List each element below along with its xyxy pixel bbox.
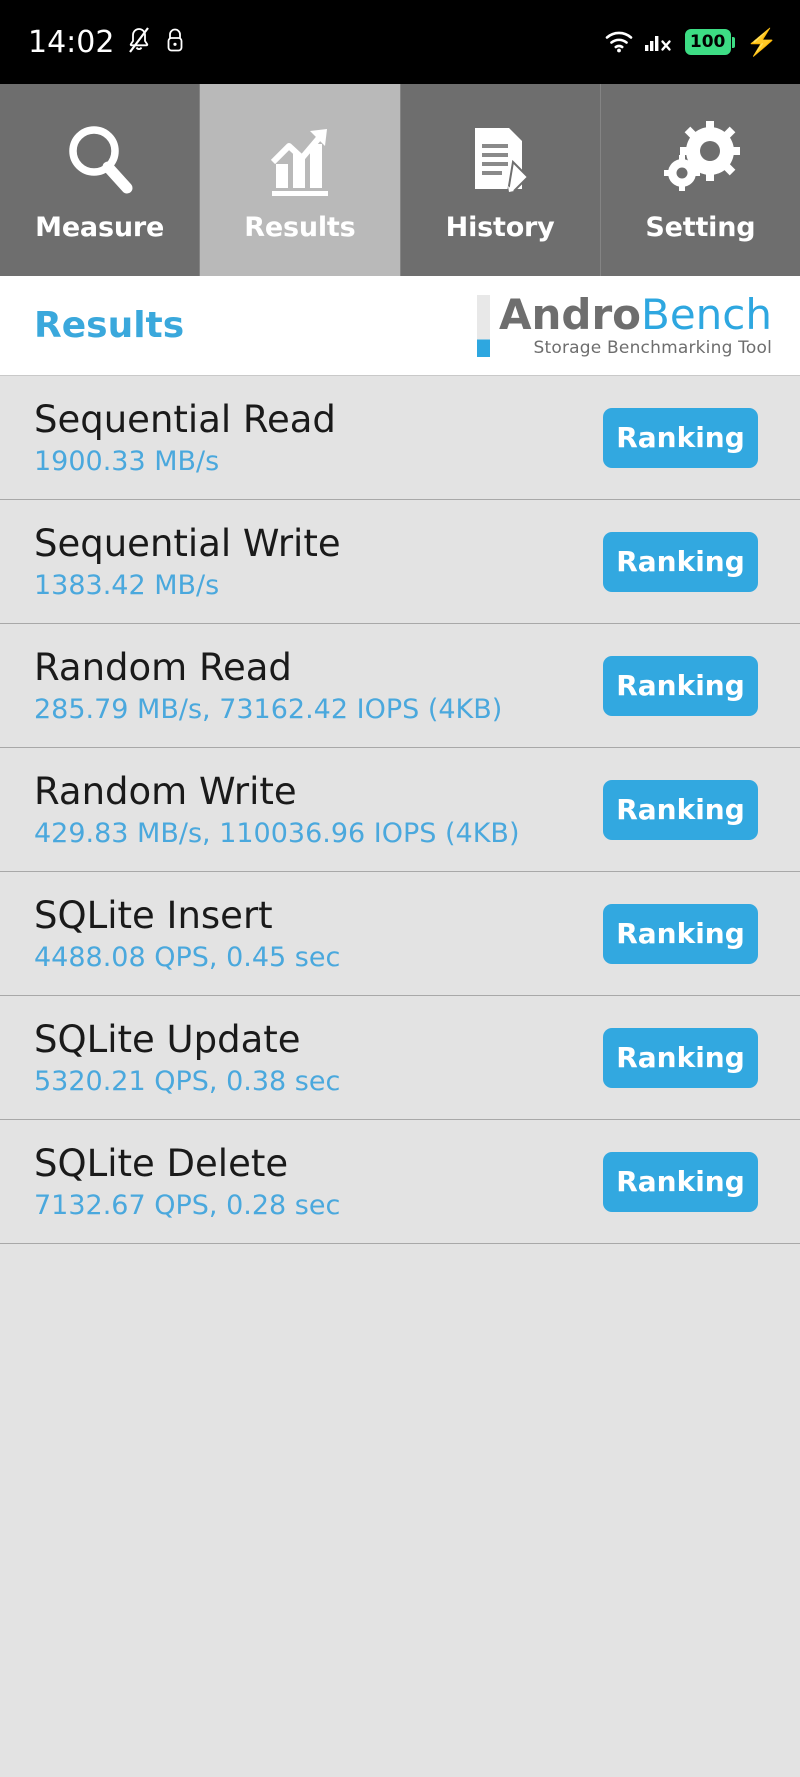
tab-results[interactable]: Results (200, 84, 401, 276)
table-row[interactable]: SQLite Delete 7132.67 QPS, 0.28 sec Rank… (0, 1120, 800, 1244)
lock-icon (164, 26, 186, 59)
logo-andro: Andro (498, 290, 642, 339)
row-texts: SQLite Update 5320.21 QPS, 0.38 sec (34, 1018, 340, 1098)
table-row[interactable]: SQLite Update 5320.21 QPS, 0.38 sec Rank… (0, 996, 800, 1120)
ranking-button[interactable]: Ranking (603, 779, 758, 840)
status-bar-left: 14:02 (28, 25, 186, 60)
gears-icon (658, 118, 742, 202)
row-texts: SQLite Insert 4488.08 QPS, 0.45 sec (34, 894, 340, 974)
status-bar: 14:02 100 ⚡ (0, 0, 800, 84)
logo-bench: Bench (641, 290, 772, 339)
page-title: Results (34, 305, 185, 346)
table-row[interactable]: Sequential Read 1900.33 MB/s Ranking (0, 376, 800, 500)
table-row[interactable]: SQLite Insert 4488.08 QPS, 0.45 sec Rank… (0, 872, 800, 996)
logo-text: AndroBench Storage Benchmarking Tool (499, 293, 772, 359)
tab-history-label: History (445, 211, 555, 243)
result-name: SQLite Delete (34, 1141, 289, 1185)
charging-bolt-icon: ⚡ (745, 27, 778, 57)
battery-icon: 100 (684, 29, 735, 55)
table-row[interactable]: Random Read 285.79 MB/s, 73162.42 IOPS (… (0, 624, 800, 748)
result-value: 7132.67 QPS, 0.28 sec (34, 1189, 341, 1221)
logo-bar-mark (476, 295, 490, 357)
result-value: 429.83 MB/s, 110036.96 IOPS (4KB) (34, 817, 520, 849)
battery-tip (731, 36, 735, 48)
table-row[interactable]: Random Write 429.83 MB/s, 110036.96 IOPS… (0, 748, 800, 872)
battery-body: 100 (684, 29, 731, 55)
ranking-button[interactable]: Ranking (603, 531, 758, 592)
table-row[interactable]: Sequential Write 1383.42 MB/s Ranking (0, 500, 800, 624)
wifi-icon (603, 26, 635, 59)
results-list: Sequential Read 1900.33 MB/s Ranking Seq… (0, 376, 800, 1777)
result-name: SQLite Update (34, 1017, 301, 1061)
result-value: 1900.33 MB/s (34, 445, 220, 477)
tab-setting[interactable]: Setting (600, 84, 800, 276)
androbench-results-screen: 14:02 100 ⚡ Measure Results History Sett… (0, 0, 800, 1777)
result-value: 285.79 MB/s, 73162.42 IOPS (4KB) (34, 693, 503, 725)
status-bar-right: 100 ⚡ (603, 26, 778, 59)
result-name: Sequential Read (34, 397, 336, 441)
result-name: SQLite Insert (34, 893, 273, 937)
tab-results-label: Results (244, 211, 356, 243)
ranking-button[interactable]: Ranking (603, 407, 758, 468)
tab-measure[interactable]: Measure (0, 84, 201, 276)
result-value: 4488.08 QPS, 0.45 sec (34, 941, 341, 973)
logo-subtitle: Storage Benchmarking Tool (533, 338, 772, 358)
result-name: Sequential Write (34, 521, 341, 565)
bell-off-icon (126, 26, 152, 59)
page-header: Results AndroBench Storage Benchmarking … (0, 276, 800, 376)
result-value: 5320.21 QPS, 0.38 sec (34, 1065, 341, 1097)
row-texts: Sequential Read 1900.33 MB/s (34, 398, 336, 478)
tab-bar: Measure Results History Setting (0, 84, 800, 276)
row-texts: Random Read 285.79 MB/s, 73162.42 IOPS (… (34, 646, 502, 726)
logo-wordmark: AndroBench (499, 293, 772, 337)
result-value: 1383.42 MB/s (34, 569, 220, 601)
tab-measure-label: Measure (35, 211, 165, 243)
bar-chart-arrow-icon (258, 118, 342, 202)
document-pencil-icon (458, 118, 542, 202)
ranking-button[interactable]: Ranking (603, 1151, 758, 1212)
battery-level-label: 100 (689, 31, 726, 52)
row-texts: Random Write 429.83 MB/s, 110036.96 IOPS… (34, 770, 520, 850)
tab-setting-label: Setting (645, 211, 756, 243)
status-clock: 14:02 (28, 24, 115, 60)
ranking-button[interactable]: Ranking (603, 1027, 758, 1088)
magnifier-icon (58, 118, 142, 202)
ranking-button[interactable]: Ranking (603, 655, 758, 716)
result-name: Random Write (34, 769, 297, 813)
ranking-button[interactable]: Ranking (603, 903, 758, 964)
tab-history[interactable]: History (400, 84, 601, 276)
result-name: Random Read (34, 645, 292, 689)
cellular-signal-off-icon (644, 26, 676, 59)
row-texts: SQLite Delete 7132.67 QPS, 0.28 sec (34, 1142, 340, 1222)
row-texts: Sequential Write 1383.42 MB/s (34, 522, 341, 602)
androbench-logo: AndroBench Storage Benchmarking Tool (476, 293, 772, 359)
